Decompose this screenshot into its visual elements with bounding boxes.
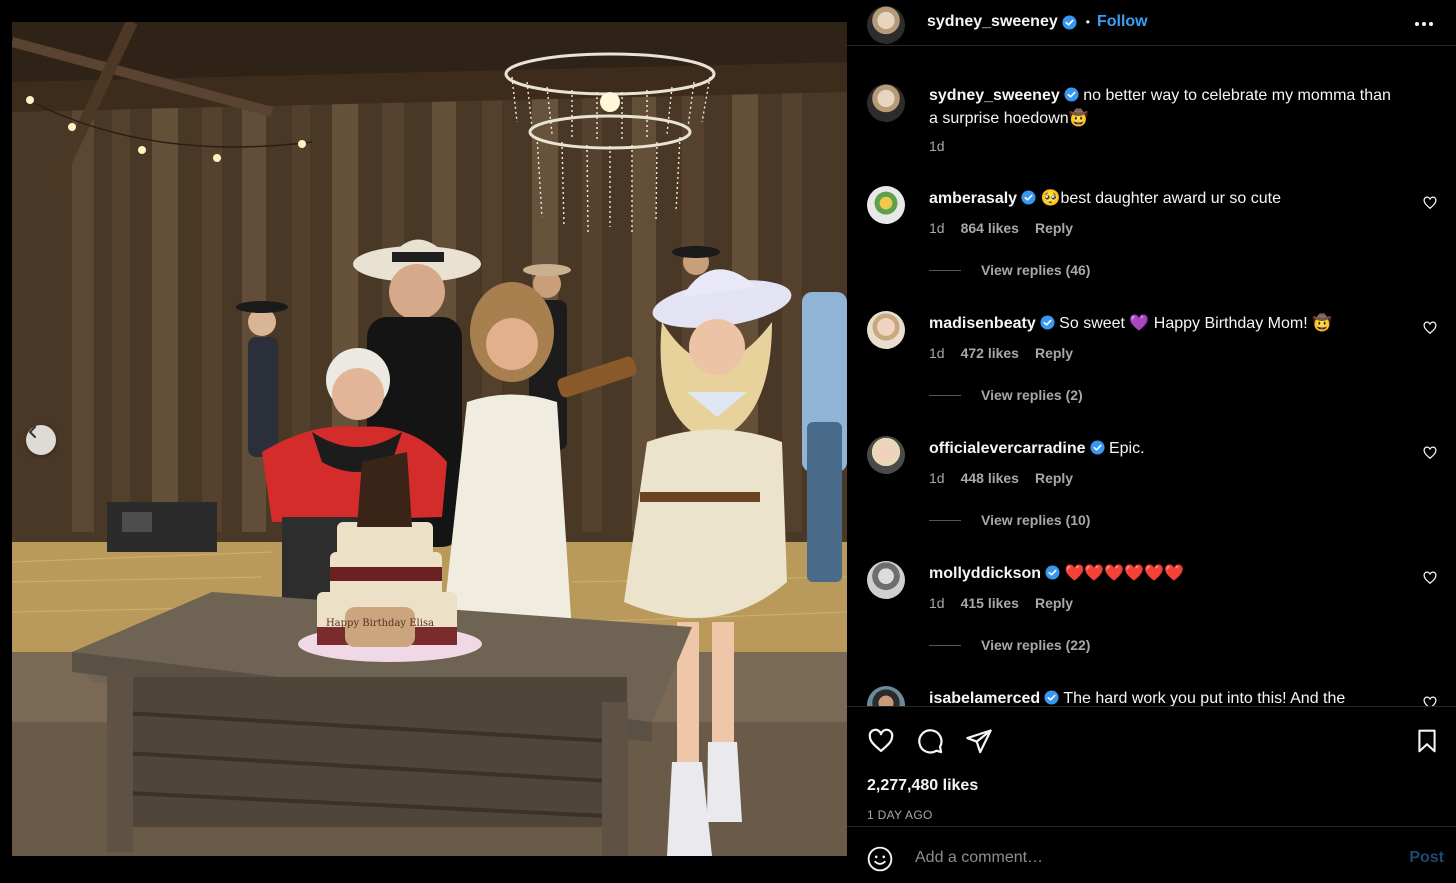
comment-item: amberasaly 🥺best daughter award ur so cu… (867, 186, 1437, 306)
view-replies-button[interactable]: View replies (2) (929, 387, 1083, 403)
comment-username[interactable]: isabelamerced (929, 690, 1040, 706)
comment-text: ❤️❤️❤️❤️❤️❤️ (1064, 565, 1185, 582)
verified-badge-icon (1064, 87, 1079, 102)
view-replies-label: View replies (46) (981, 262, 1091, 278)
caption-timestamp[interactable]: 1d (929, 138, 945, 154)
instagram-post-viewer: Happy Birthday Elisa sydney_sweeney • Fo… (0, 0, 1456, 883)
chevron-left-icon (29, 426, 36, 438)
comment-likes[interactable]: 864 likes (961, 220, 1019, 236)
view-replies-button[interactable]: View replies (10) (929, 512, 1090, 528)
reply-button[interactable]: Reply (1035, 345, 1073, 361)
commenter-avatar[interactable] (867, 561, 905, 599)
comment-text: So sweet 💜 Happy Birthday Mom! 🤠 (1059, 315, 1332, 332)
comment-likes[interactable]: 415 likes (961, 595, 1019, 611)
add-comment-input[interactable] (915, 844, 1375, 872)
commenter-avatar[interactable] (867, 186, 905, 224)
commenter-avatar[interactable] (867, 311, 905, 349)
follow-button[interactable]: Follow (1097, 13, 1148, 31)
view-replies-label: View replies (10) (981, 512, 1091, 528)
comment-meta: 1d 472 likes Reply (929, 345, 1073, 361)
comment-text: The hard work you put into this! And the (1063, 690, 1346, 706)
comment-bubble-icon[interactable] (916, 727, 944, 755)
heart-icon[interactable] (1423, 321, 1437, 335)
post-like-count[interactable]: 2,277,480 likes (867, 777, 978, 795)
author-username[interactable]: sydney_sweeney (927, 13, 1058, 31)
comment-line: mollyddickson ❤️❤️❤️❤️❤️❤️ (929, 563, 1389, 585)
caption-author-avatar[interactable] (867, 84, 905, 122)
comment-meta: 1d 448 likes Reply (929, 470, 1073, 486)
commenter-avatar[interactable] (867, 686, 905, 706)
caption-username[interactable]: sydney_sweeney (929, 87, 1060, 104)
comment-time[interactable]: 1d (929, 345, 945, 361)
post-comment-button[interactable]: Post (1409, 849, 1444, 867)
replies-divider (929, 269, 961, 271)
comment-text: Epic. (1108, 440, 1145, 457)
comment-likes[interactable]: 448 likes (961, 470, 1019, 486)
cake-writing: Happy Birthday Elisa (326, 618, 434, 629)
comment-likes[interactable]: 472 likes (961, 345, 1019, 361)
post-photo[interactable]: Happy Birthday Elisa (12, 22, 847, 856)
post-actions: 2,277,480 likes 1 DAY AGO (847, 706, 1456, 826)
caption-text-block: sydney_sweeney no better way to celebrat… (929, 84, 1404, 130)
reply-button[interactable]: Reply (1035, 595, 1073, 611)
verified-badge-icon (1045, 565, 1060, 580)
heart-icon[interactable] (867, 727, 895, 755)
verified-badge-icon (1090, 440, 1105, 455)
replies-divider (929, 644, 961, 646)
comment-line: officialevercarradine Epic. (929, 438, 1389, 460)
heart-icon[interactable] (1423, 696, 1437, 706)
comment-item: madisenbeaty So sweet 💜 Happy Birthday M… (867, 311, 1437, 431)
comment-text: 🥺best daughter award ur so cute (1040, 190, 1282, 207)
comment-meta: 1d 864 likes Reply (929, 220, 1073, 236)
comment-composer: Post (847, 826, 1456, 883)
smiley-icon[interactable] (867, 846, 893, 872)
comments-list[interactable]: sydney_sweeney no better way to celebrat… (847, 70, 1456, 706)
comment-time[interactable]: 1d (929, 220, 945, 236)
author-avatar[interactable] (867, 6, 905, 44)
comment-username[interactable]: officialevercarradine (929, 440, 1086, 457)
comment-item: mollyddickson ❤️❤️❤️❤️❤️❤️ 1d 415 likes … (867, 561, 1437, 681)
heart-icon[interactable] (1423, 571, 1437, 585)
bookmark-icon[interactable] (1414, 727, 1440, 755)
comment-line: madisenbeaty So sweet 💜 Happy Birthday M… (929, 313, 1389, 335)
reply-button[interactable]: Reply (1035, 220, 1073, 236)
view-replies-label: View replies (2) (981, 387, 1083, 403)
view-replies-label: View replies (22) (981, 637, 1091, 653)
view-replies-button[interactable]: View replies (46) (929, 262, 1090, 278)
reply-button[interactable]: Reply (1035, 470, 1073, 486)
comment-line: isabelamerced The hard work you put into… (929, 688, 1389, 706)
comment-item: officialevercarradine Epic. 1d 448 likes… (867, 436, 1437, 556)
verified-badge-icon (1021, 190, 1036, 205)
header-separator: • (1085, 15, 1090, 29)
replies-divider (929, 394, 961, 396)
more-horizontal-icon[interactable] (1414, 14, 1434, 34)
verified-badge-icon (1044, 690, 1059, 705)
comment-item: isabelamerced The hard work you put into… (867, 686, 1437, 706)
heart-icon[interactable] (1423, 196, 1437, 210)
commenter-avatar[interactable] (867, 436, 905, 474)
previous-photo-button[interactable] (26, 425, 56, 455)
paper-plane-icon[interactable] (965, 727, 993, 755)
post-header: sydney_sweeney • Follow (847, 0, 1456, 46)
view-replies-button[interactable]: View replies (22) (929, 637, 1090, 653)
comment-username[interactable]: mollyddickson (929, 565, 1041, 582)
verified-badge-icon (1062, 14, 1077, 30)
comment-username[interactable]: madisenbeaty (929, 315, 1036, 332)
comment-time[interactable]: 1d (929, 470, 945, 486)
comment-meta: 1d 415 likes Reply (929, 595, 1073, 611)
replies-divider (929, 519, 961, 521)
heart-icon[interactable] (1423, 446, 1437, 460)
post-side-panel: sydney_sweeney • Follow sydney_sweeney n… (847, 0, 1456, 883)
post-timestamp[interactable]: 1 DAY AGO (867, 808, 933, 822)
comment-username[interactable]: amberasaly (929, 190, 1017, 207)
comment-line: amberasaly 🥺best daughter award ur so cu… (929, 188, 1389, 210)
verified-badge-icon (1040, 315, 1055, 330)
party-scene-illustration: Happy Birthday Elisa (12, 22, 847, 856)
comment-time[interactable]: 1d (929, 595, 945, 611)
